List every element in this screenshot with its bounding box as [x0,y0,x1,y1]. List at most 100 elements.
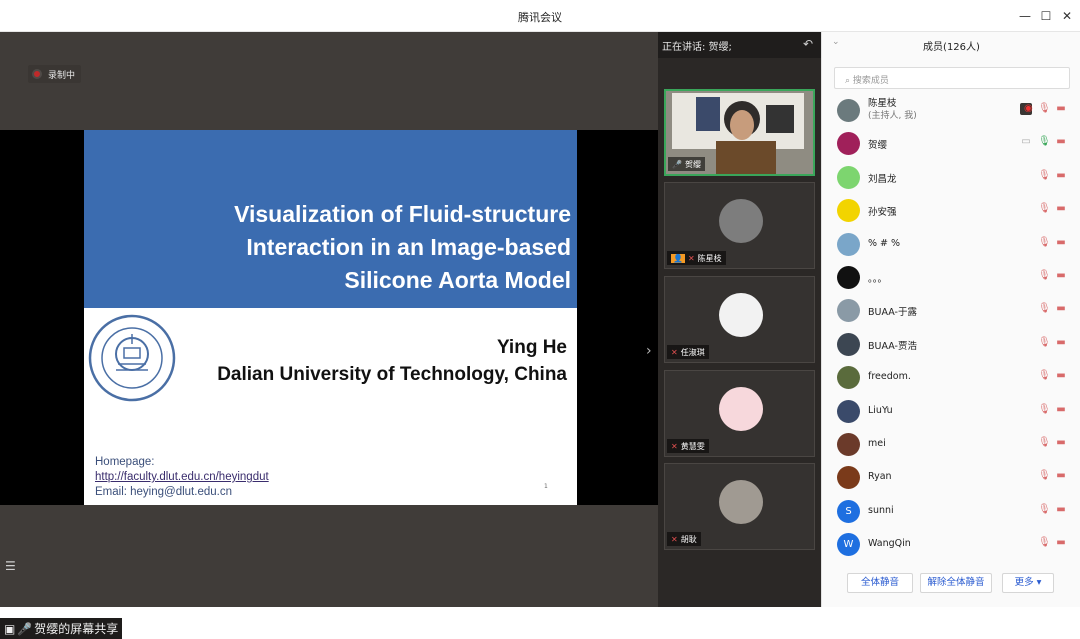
avatar [719,480,763,524]
mic-off-icon[interactable]: 🎙 [1038,337,1051,349]
member-row[interactable]: 陈星枝 (主持人, 我) ◉ 🎙 ▬ [822,94,1080,126]
camera-off-icon[interactable]: ▬ [1055,203,1067,215]
avatar [837,266,860,289]
camera-off-icon[interactable]: ▬ [1055,470,1067,482]
camera-off-icon[interactable]: ▬ [1055,537,1067,549]
member-row[interactable]: LiuYu 🎙 ▬ [822,395,1080,427]
mic-on-icon[interactable]: 🎙 [1038,136,1051,148]
mic-off-icon: ✕ [671,441,678,451]
members-header: ⌄ 成员(126人) [822,32,1080,56]
mic-off-icon[interactable]: 🎙 [1038,170,1051,182]
more-button[interactable]: 更多 ▾ [1002,573,1054,593]
chevron-down-icon[interactable]: ⌄ [832,37,840,47]
video-tile[interactable]: ✕ 黄慧雯 [664,370,815,457]
title-bar: 腾讯会议 — ☐ ✕ [0,0,1080,32]
avatar [837,333,860,356]
member-row[interactable]: 贺缨 ▭ 🎙 ▬ [822,127,1080,159]
mic-off-icon[interactable]: 🎙 [1038,404,1051,416]
member-name-text: BUAA-贾浩 [868,341,917,352]
university-seal-logo [88,314,176,402]
video-tile[interactable]: ✕ 任淑琪 [664,276,815,363]
mic-off-icon[interactable]: 🎙 [1038,270,1051,282]
mic-off-icon[interactable]: 🎙 [1038,237,1051,249]
camera-off-icon[interactable]: ▬ [1055,437,1067,449]
avatar: S [837,500,860,523]
avatar [837,466,860,489]
camera-off-icon[interactable]: ▬ [1055,404,1067,416]
recording-indicator[interactable]: 录制中 [28,65,82,83]
member-row[interactable]: mei 🎙 ▬ [822,428,1080,460]
back-arrow-icon[interactable]: ↶ [803,37,813,51]
homepage-link[interactable]: http://faculty.dlut.edu.cn/heyingdut [95,470,269,485]
member-row[interactable]: 刘昌龙 🎙 ▬ [822,161,1080,193]
video-tile[interactable]: ✕ 胡耿 [664,463,815,550]
member-name: WangQin [868,538,911,549]
window-title: 腾讯会议 [518,11,562,24]
video-tile-label: 🎤 贺缨 [668,157,705,171]
mic-off-icon[interactable]: 🎙 [1038,103,1051,115]
member-name: BUAA-于露 [868,304,917,318]
member-row[interactable]: 。。。 🎙 ▬ [822,261,1080,293]
member-name-text: WangQin [868,538,911,549]
video-tile-label: ✕ 黄慧雯 [667,439,709,453]
camera-off-icon[interactable]: ▬ [1055,504,1067,516]
mic-off-icon[interactable]: 🎙 [1038,203,1051,215]
minimize-icon[interactable]: — [1017,8,1033,24]
member-name-text: freedom. [868,371,911,382]
member-name-text: 。。。 [868,274,888,285]
mic-off-icon[interactable]: 🎙 [1038,470,1051,482]
list-menu-icon[interactable]: ☰ [5,559,23,577]
member-name: 孙安强 [868,204,897,218]
slide-title-line-1: Visualization of Fluid-structure [234,201,571,227]
camera-off-icon[interactable]: ▬ [1055,270,1067,282]
maximize-icon[interactable]: ☐ [1038,8,1054,24]
slide-contact: Homepage: http://faculty.dlut.edu.cn/hey… [95,455,269,500]
member-row[interactable]: BUAA-贾浩 🎙 ▬ [822,328,1080,360]
mic-on-icon: 🎤 [672,159,682,169]
camera-off-icon[interactable]: ▬ [1055,136,1067,148]
slide-page-number: 1 [544,483,548,490]
member-row[interactable]: freedom. 🎙 ▬ [822,361,1080,393]
mic-off-icon[interactable]: 🎙 [1038,437,1051,449]
close-icon[interactable]: ✕ [1059,8,1075,24]
member-name: 。。。 [868,271,887,285]
video-tile[interactable]: 👤 ✕ 陈星枝 [664,182,815,269]
member-row[interactable]: W WangQin 🎙 ▬ [822,528,1080,560]
search-placeholder: 搜索成员 [852,76,889,86]
member-row[interactable]: BUAA-于露 🎙 ▬ [822,294,1080,326]
mic-off-icon[interactable]: 🎙 [1038,370,1051,382]
member-name: Ryan [868,471,892,482]
mic-off-icon[interactable]: 🎙 [1038,537,1051,549]
member-row[interactable]: 孙安强 🎙 ▬ [822,194,1080,226]
search-icon: ⌕ [845,76,851,86]
avatar [837,366,860,389]
mic-off-icon: ✕ [687,253,695,263]
camera-off-icon[interactable]: ▬ [1055,237,1067,249]
mic-off-icon[interactable]: 🎙 [1038,303,1051,315]
member-name-text: 刘昌龙 [868,174,897,185]
member-row[interactable]: Ryan 🎙 ▬ [822,461,1080,493]
screen-share-owner: 贺缨的屏幕共享 [34,622,119,636]
camera-off-icon[interactable]: ▬ [1055,103,1067,115]
screen-share-icon: ▭ [1021,136,1031,147]
unmute-all-button[interactable]: 解除全体静音 [920,573,992,593]
speaking-indicator: 正在讲话: 贺缨; ↶ [658,32,821,58]
camera-off-icon[interactable]: ▬ [1055,370,1067,382]
member-name-text: BUAA-于露 [868,307,917,318]
camera-off-icon[interactable]: ▬ [1055,337,1067,349]
member-search-input[interactable]: ⌕ 搜索成员 [834,67,1070,89]
member-name: 刘昌龙 [868,171,897,185]
camera-off-icon[interactable]: ▬ [1055,303,1067,315]
member-name: mei [868,438,886,449]
mute-all-button[interactable]: 全体静音 [847,573,913,593]
video-tile-active[interactable]: 🎤 贺缨 [664,89,815,176]
collapse-video-list-chevron-icon[interactable]: › [646,343,652,359]
mic-off-icon[interactable]: 🎙 [1038,504,1051,516]
camera-off-icon[interactable]: ▬ [1055,170,1067,182]
avatar [837,99,860,122]
member-row[interactable]: Ssunni 🎙 ▬ [822,495,1080,527]
host-badge-icon: 👤 [671,253,685,263]
member-name: sunni [868,505,894,516]
member-name: LiuYu [868,405,893,416]
member-row[interactable]: % # % 🎙 ▬ [822,228,1080,260]
